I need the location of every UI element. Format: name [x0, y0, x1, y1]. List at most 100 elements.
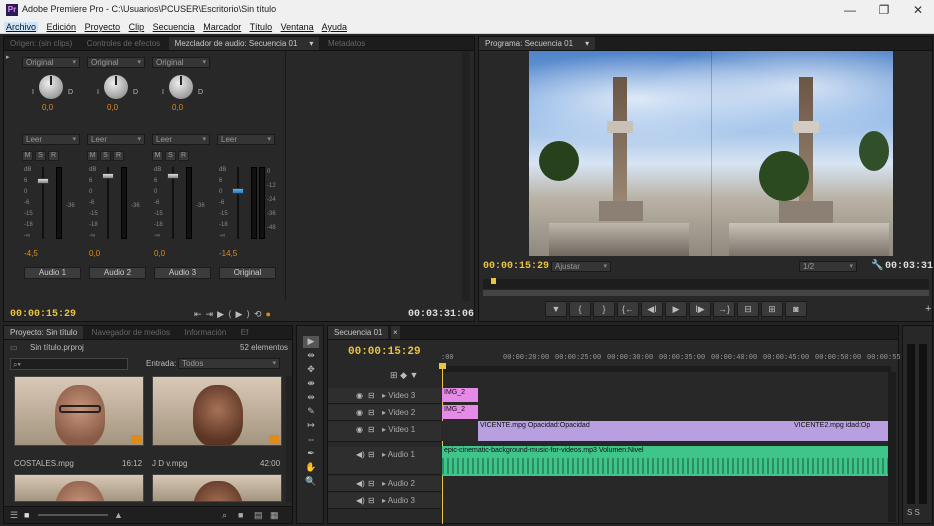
sync-lock-icon[interactable]: ⊟	[368, 450, 375, 459]
find-icon[interactable]: ⌕	[222, 510, 227, 521]
go-to-in-icon[interactable]: ⇤	[194, 309, 206, 319]
go-to-in-button[interactable]: {←	[617, 301, 639, 317]
pan-value[interactable]: 0,0	[107, 103, 118, 112]
snap-icon[interactable]: ⊞	[390, 370, 398, 380]
sync-lock-icon[interactable]: ⊟	[368, 391, 375, 400]
play-in-out-icon[interactable]: ⟨▶⟩	[228, 309, 254, 319]
close-icon[interactable]: ✕	[906, 2, 930, 18]
wrench-icon[interactable]: 🔧	[871, 260, 883, 271]
list-view-icon[interactable]: ☰	[10, 510, 18, 521]
eye-icon[interactable]: ◉	[356, 408, 363, 417]
thumbnail-jd[interactable]	[152, 376, 282, 446]
channel-mode-dropdown[interactable]: Original	[22, 57, 80, 68]
track-header[interactable]: ◉ ⊟ ▸ Video 1	[328, 422, 441, 442]
tab-origen[interactable]: Origen: (sin clips)	[4, 37, 78, 50]
tab-proyecto[interactable]: Proyecto: Sin título	[4, 326, 84, 339]
lift-button[interactable]: ⊟	[737, 301, 759, 317]
mute-button[interactable]: M	[87, 151, 98, 161]
timeline-ruler[interactable]: :00 00:00:20:00 00:00:25:00 00:00:30:00 00:0…	[441, 354, 913, 366]
pan-value[interactable]: 0,0	[172, 103, 183, 112]
zoom-slider[interactable]	[38, 514, 108, 516]
step-forward-button[interactable]: I▶	[689, 301, 711, 317]
icon-view-icon[interactable]: ■	[24, 510, 29, 520]
channel-level-value[interactable]: 0,0	[154, 249, 165, 258]
speaker-icon[interactable]: ◀)	[356, 450, 365, 459]
maximize-icon[interactable]: ❐	[872, 2, 896, 18]
volume-fader[interactable]	[37, 178, 49, 184]
menu-ventana[interactable]: Ventana	[281, 22, 314, 32]
program-video-frame[interactable]	[529, 51, 893, 256]
selection-tool-icon[interactable]: ▶	[303, 336, 319, 348]
automation-dropdown[interactable]: Leer	[87, 134, 145, 145]
tab-close-icon[interactable]: ×	[391, 326, 400, 339]
pan-knob[interactable]	[169, 75, 193, 99]
meter-solo-buttons[interactable]: S S	[907, 508, 920, 517]
slide-tool-icon[interactable]: ⇔	[303, 434, 319, 446]
go-to-out-button[interactable]: →}	[713, 301, 735, 317]
slip-tool-icon[interactable]: ↦	[303, 420, 319, 432]
solo-button[interactable]: S	[100, 151, 111, 161]
program-timecode[interactable]: 00:00:15:29	[483, 261, 549, 272]
channel-level-value[interactable]: 0,0	[89, 249, 100, 258]
new-item-icon[interactable]: ▤	[254, 510, 263, 521]
solo-button[interactable]: S	[165, 151, 176, 161]
volume-fader[interactable]	[167, 173, 179, 179]
new-bin-icon[interactable]: ■	[238, 510, 243, 520]
pan-knob[interactable]	[39, 75, 63, 99]
channel-level-value[interactable]: -4,5	[24, 249, 38, 258]
record-arm-button[interactable]: R	[113, 151, 124, 161]
project-search-input[interactable]: ⌕▾	[10, 358, 128, 370]
ripple-edit-tool-icon[interactable]: ✥	[303, 364, 319, 376]
rate-stretch-tool-icon[interactable]: ⇹	[303, 392, 319, 404]
program-resolution-dropdown[interactable]: 1/2	[799, 261, 857, 272]
channel-level-value[interactable]: -14,5	[219, 249, 237, 258]
record-arm-button[interactable]: R	[178, 151, 189, 161]
menu-archivo[interactable]: Archivo	[4, 22, 39, 32]
clip-vicente2[interactable]: VICENTE2.mpg idad:Op	[792, 421, 892, 441]
mark-out-button[interactable]: }	[593, 301, 615, 317]
track-header[interactable]: ◉ ⊟ ▸ Video 2	[328, 405, 441, 421]
speaker-icon[interactable]: ◀)	[356, 479, 365, 488]
step-back-button[interactable]: ◀I	[641, 301, 663, 317]
menu-titulo[interactable]: Título	[250, 22, 273, 32]
tab-informacion[interactable]: Información	[178, 326, 232, 339]
menu-proyecto[interactable]: Proyecto	[85, 22, 121, 32]
program-zoom-bar[interactable]	[483, 290, 929, 296]
tab-program-menu-icon[interactable]: ▾	[579, 37, 596, 50]
program-playhead[interactable]	[491, 278, 496, 284]
clip-img-v2[interactable]: IMG_2	[442, 405, 478, 419]
zoom-tool-icon[interactable]: 🔍	[303, 476, 319, 488]
tab-programa[interactable]: Programa: Secuencia 01	[479, 37, 580, 50]
extract-button[interactable]: ⊞	[761, 301, 783, 317]
mute-button[interactable]: M	[152, 151, 163, 161]
program-fit-dropdown[interactable]: Ajustar	[551, 261, 611, 272]
channel-mode-dropdown[interactable]: Original	[87, 57, 145, 68]
thumbnail-costales[interactable]	[14, 376, 144, 446]
project-item-name[interactable]: J D v.mpg	[152, 459, 187, 468]
track-select-tool-icon[interactable]: ⇹	[303, 350, 319, 362]
tab-mezclador-audio[interactable]: Mezclador de audio: Secuencia 01	[168, 37, 304, 50]
tab-secuencia[interactable]: Secuencia 01	[328, 326, 389, 339]
menu-edicion[interactable]: Edición	[47, 22, 77, 32]
speaker-icon[interactable]: ◀)	[356, 496, 365, 505]
trash-icon[interactable]: ▦	[270, 510, 279, 521]
volume-fader[interactable]	[102, 173, 114, 179]
tab-metadatos[interactable]: Metadatos	[322, 37, 371, 50]
volume-fader[interactable]	[232, 188, 244, 194]
mark-in-button[interactable]: {	[569, 301, 591, 317]
tab-efectos[interactable]: Ef	[235, 326, 255, 339]
sync-lock-icon[interactable]: ⊟	[368, 408, 375, 417]
automation-dropdown[interactable]: Leer	[217, 134, 275, 145]
timeline-scrollbar[interactable]	[888, 372, 896, 522]
menu-clip[interactable]: Clip	[129, 22, 145, 32]
sync-lock-icon[interactable]: ⊟	[368, 479, 375, 488]
clip-vicente[interactable]: VICENTE.mpg Opacidad:Opacidad	[478, 421, 798, 441]
loop-icon[interactable]: ⟲	[254, 309, 266, 319]
sync-lock-icon[interactable]: ⊟	[368, 425, 375, 434]
solo-button[interactable]: S	[35, 151, 46, 161]
entrada-dropdown[interactable]: Todos	[178, 358, 280, 369]
pan-value[interactable]: 0,0	[42, 103, 53, 112]
rolling-edit-tool-icon[interactable]: ⇼	[303, 378, 319, 390]
menu-marcador[interactable]: Marcador	[203, 22, 241, 32]
add-marker-button[interactable]: ▼	[545, 301, 567, 317]
